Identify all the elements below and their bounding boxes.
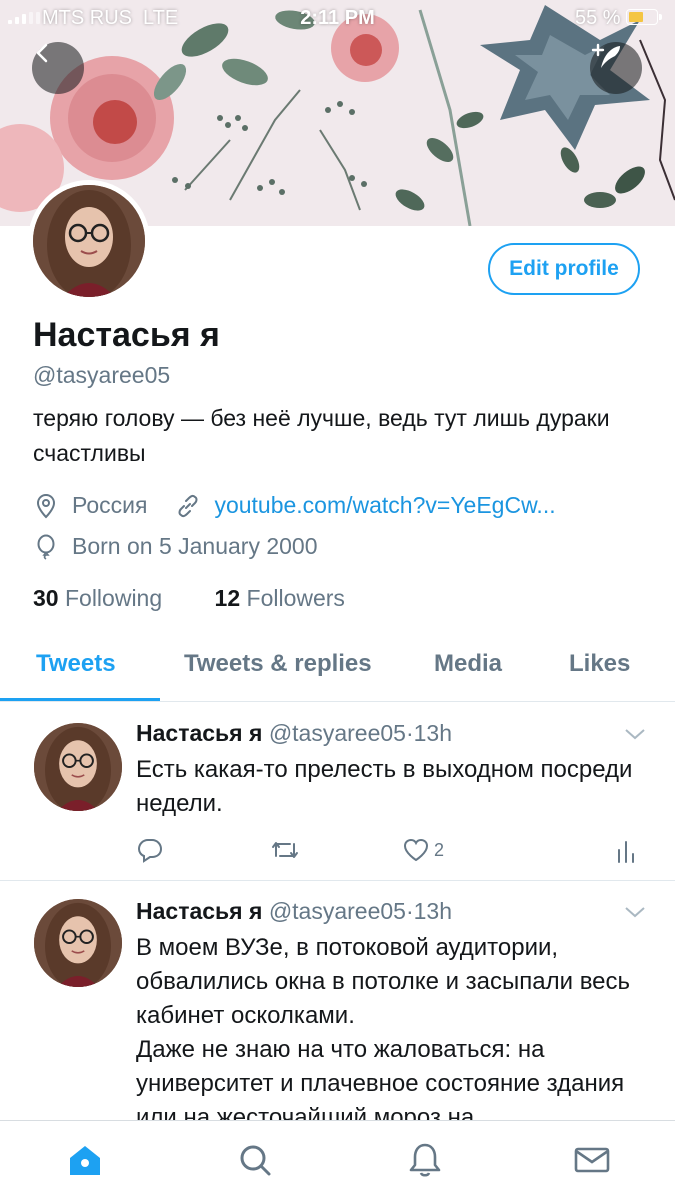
- notifications-icon[interactable]: [406, 1141, 444, 1179]
- profile-avatar[interactable]: [28, 180, 150, 302]
- retweet-button[interactable]: [270, 836, 300, 864]
- chevron-left-icon: [36, 43, 48, 63]
- avatar-photo: [33, 185, 145, 297]
- battery-icon: [626, 9, 662, 25]
- tab-media[interactable]: Media: [434, 650, 502, 678]
- bottom-tab-bar: [0, 1120, 675, 1200]
- active-tab-indicator: [0, 698, 160, 701]
- reply-button[interactable]: [136, 836, 164, 864]
- tweet-cell[interactable]: Настасья я @tasyaree05·13h В моем ВУЗе, …: [0, 881, 675, 1141]
- home-icon[interactable]: [66, 1141, 104, 1179]
- follow-counts: 30 Following 12 Followers: [33, 585, 345, 612]
- followers-count: 12: [214, 585, 241, 611]
- profile-birthday-row: Born on 5 January 2000: [33, 533, 318, 560]
- like-count: 2: [434, 839, 445, 860]
- tweet-header: Настасья я @tasyaree05·13h: [136, 898, 453, 924]
- avatar-photo: [34, 723, 122, 811]
- retweet-icon: [272, 842, 298, 858]
- tweet-author-handle: @tasyaree05: [268, 720, 406, 746]
- clock: 2:11 PM: [300, 7, 375, 29]
- tweet-author-name: Настасья я: [136, 898, 263, 924]
- location-pin-icon: [36, 493, 56, 518]
- tweet-header: Настасья я @tasyaree05·13h: [136, 720, 453, 746]
- followers-link[interactable]: 12 Followers: [215, 585, 345, 611]
- tweet-timestamp: 13h: [413, 720, 453, 746]
- tweet-cell[interactable]: Настасья я @tasyaree05·13h Есть какая-то…: [0, 703, 675, 881]
- battery-percentage: 55 %: [575, 7, 621, 29]
- following-label: Following: [64, 585, 163, 611]
- messages-icon[interactable]: [573, 1141, 611, 1179]
- tab-tweets-and-replies[interactable]: Tweets & replies: [184, 650, 372, 678]
- profile-bio: теряю голову — без неё лучше, ведь тут л…: [33, 405, 610, 466]
- followers-label: Followers: [246, 585, 345, 611]
- analytics-button[interactable]: [614, 836, 638, 864]
- like-button[interactable]: 2: [402, 836, 444, 864]
- tweet-text: В моем ВУЗе, в потоковой аудитории, обва…: [136, 934, 631, 1131]
- link-icon: [178, 494, 198, 517]
- profile-tabs: Tweets Tweets & replies Media Likes: [0, 636, 675, 702]
- profile-name: Настасья я: [33, 316, 220, 354]
- profile-birthday: Born on 5 January 2000: [72, 533, 318, 559]
- tweet-author-name: Настасья я: [136, 720, 263, 746]
- following-count: 30: [33, 585, 59, 611]
- chevron-down-icon[interactable]: [624, 905, 646, 919]
- status-bar: MTS RUS LTE 2:11 PM 55 %: [0, 0, 675, 36]
- tweet-author-handle: @tasyaree05: [268, 898, 406, 924]
- search-icon[interactable]: [236, 1141, 274, 1179]
- compose-feather-icon: [591, 43, 620, 68]
- tweet-avatar[interactable]: [34, 899, 122, 987]
- tab-tweets[interactable]: Tweets: [36, 650, 116, 678]
- chevron-down-icon[interactable]: [624, 727, 646, 741]
- tweet-text: Есть какая-то прелесть в выходном посред…: [136, 756, 633, 817]
- tweet-timestamp: 13h: [413, 898, 453, 924]
- profile-handle: @tasyaree05: [33, 362, 171, 388]
- tab-likes[interactable]: Likes: [569, 650, 630, 678]
- heart-icon: [403, 838, 429, 862]
- balloon-icon: [37, 534, 55, 560]
- edit-profile-button[interactable]: Edit profile: [488, 243, 640, 295]
- profile-website-link[interactable]: youtube.com/watch?v=YeEgCw...: [214, 492, 555, 519]
- compose-tweet-button[interactable]: [590, 42, 642, 94]
- profile-location: Россия: [72, 492, 148, 518]
- tweet-actions: 2: [136, 836, 646, 866]
- reply-icon: [137, 839, 163, 863]
- back-button[interactable]: [32, 42, 84, 94]
- profile-location-row: Россия youtube.com/watch?v=YeEgCw...: [33, 492, 556, 519]
- tweet-avatar[interactable]: [34, 723, 122, 811]
- avatar-photo: [34, 899, 122, 987]
- following-link[interactable]: 30 Following: [33, 585, 162, 611]
- analytics-icon: [618, 841, 634, 863]
